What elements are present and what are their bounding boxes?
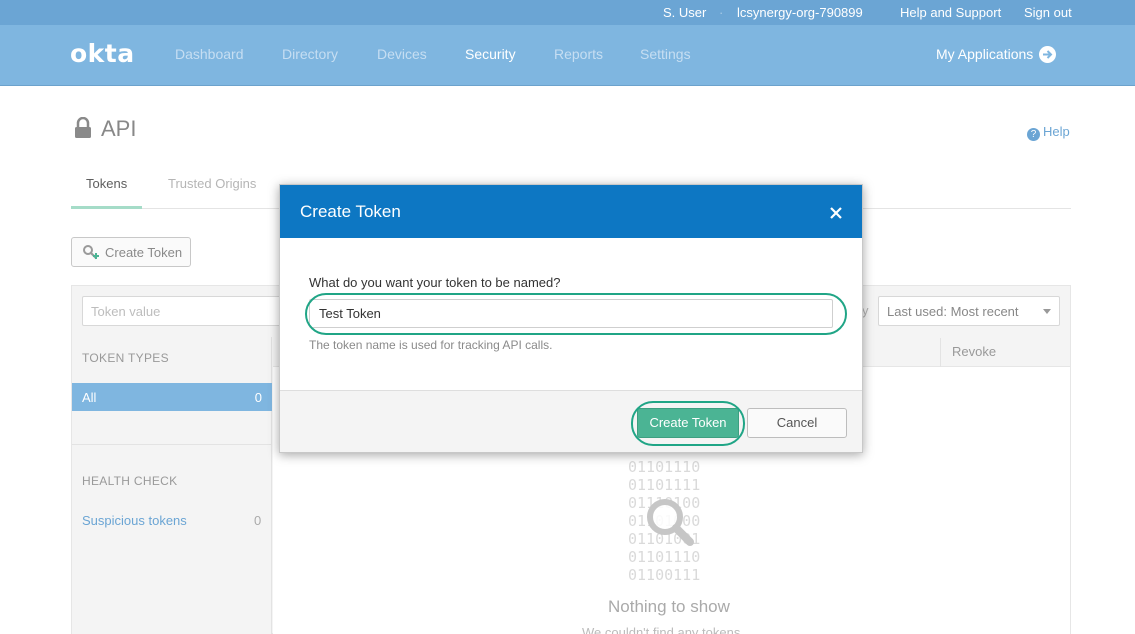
modal-body: What do you want your token to be named?… xyxy=(280,238,862,390)
binary-line: 01101111 xyxy=(628,476,701,494)
health-check-heading: HEALTH CHECK xyxy=(82,474,178,488)
chevron-down-icon xyxy=(1043,309,1051,314)
button-highlight-ring xyxy=(631,401,745,446)
nav-devices[interactable]: Devices xyxy=(377,46,427,62)
sidebar-item-label: All xyxy=(82,390,97,405)
suspicious-tokens-link[interactable]: Suspicious tokens xyxy=(82,513,187,528)
magnifier-icon xyxy=(645,497,697,554)
cancel-button[interactable]: Cancel xyxy=(747,408,847,438)
sort-select[interactable]: Last used: Most recent xyxy=(878,296,1060,326)
empty-state-title: Nothing to show xyxy=(608,597,730,616)
active-tab-indicator xyxy=(71,206,142,209)
token-name-hint: The token name is used for tracking API … xyxy=(309,338,553,352)
main-nav: okta Dashboard Directory Devices Securit… xyxy=(0,25,1135,86)
create-token-modal: Create Token What do you want your token… xyxy=(279,184,863,453)
sign-out-link[interactable]: Sign out xyxy=(1024,5,1072,20)
org-name: lcsynergy-org-790899 xyxy=(737,5,863,20)
modal-header: Create Token xyxy=(280,185,862,238)
token-value-input[interactable]: Token value xyxy=(82,296,282,326)
create-token-label: Create Token xyxy=(105,245,183,260)
sidebar-item-count: 0 xyxy=(254,390,262,405)
close-icon[interactable] xyxy=(828,205,844,221)
utility-separator: · xyxy=(719,5,724,20)
sort-value: Last used: Most recent xyxy=(887,304,1019,319)
page-title: API xyxy=(101,116,137,141)
user-name-link[interactable]: S. User xyxy=(663,5,706,20)
sidebar-item-all[interactable]: All 0 xyxy=(72,383,272,411)
lock-icon xyxy=(74,116,92,144)
tab-trusted-origins[interactable]: Trusted Origins xyxy=(168,176,256,191)
sidebar-divider xyxy=(72,444,272,445)
tab-tokens[interactable]: Tokens xyxy=(86,176,127,191)
utility-bar: S. User · lcsynergy-org-790899 Help and … xyxy=(0,0,1135,25)
token-types-heading: TOKEN TYPES xyxy=(82,351,169,365)
nav-directory[interactable]: Directory xyxy=(282,46,338,62)
input-highlight-ring xyxy=(305,293,847,335)
nav-settings[interactable]: Settings xyxy=(640,46,691,62)
arrow-right-icon[interactable] xyxy=(1039,46,1056,63)
modal-footer: Create Token Cancel xyxy=(280,390,862,452)
my-applications-link[interactable]: My Applications xyxy=(936,46,1033,62)
column-divider xyxy=(940,338,941,367)
binary-line: 01100111 xyxy=(628,566,701,584)
token-name-label: What do you want your token to be named? xyxy=(309,275,561,290)
binary-line: 01101110 xyxy=(628,458,701,476)
question-icon: ? xyxy=(1027,128,1040,141)
modal-title: Create Token xyxy=(300,202,401,221)
help-label: Help xyxy=(1043,124,1070,139)
nav-dashboard[interactable]: Dashboard xyxy=(175,46,244,62)
create-token-button[interactable]: Create Token xyxy=(71,237,191,267)
help-link[interactable]: ? Help xyxy=(1027,124,1070,141)
nav-security[interactable]: Security xyxy=(465,46,516,62)
okta-logo[interactable]: okta xyxy=(70,39,135,68)
revoke-column-header: Revoke xyxy=(952,344,997,359)
key-add-icon xyxy=(83,245,99,260)
nav-reports[interactable]: Reports xyxy=(554,46,603,62)
empty-state-subtitle: We couldn't find any tokens xyxy=(582,625,741,634)
help-support-link[interactable]: Help and Support xyxy=(900,5,1001,20)
suspicious-tokens-count: 0 xyxy=(254,513,262,528)
